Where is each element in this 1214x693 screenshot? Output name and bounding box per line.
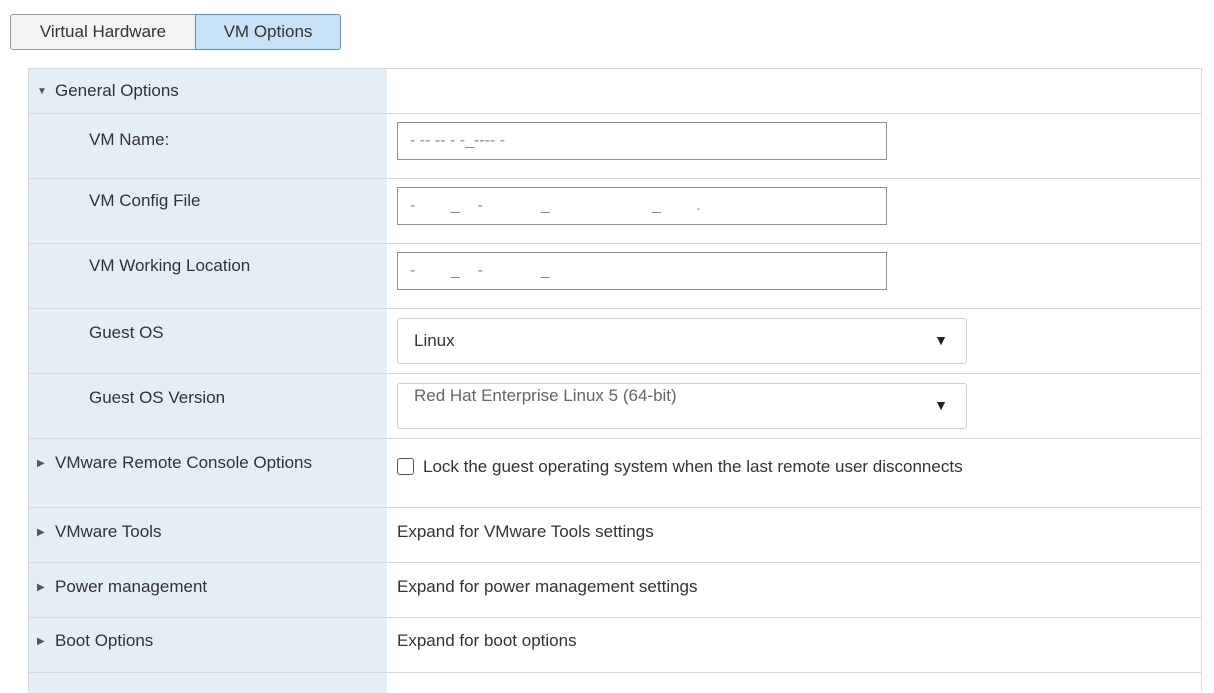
dropdown-arrow-icon: ▼ — [934, 397, 948, 413]
lock-guest-os-checkbox[interactable] — [397, 458, 414, 475]
tab-vm-options[interactable]: VM Options — [195, 14, 341, 50]
vm-name-input[interactable] — [397, 122, 887, 160]
guest-os-version-label: Guest OS Version — [89, 388, 226, 407]
triangle-right-icon[interactable]: ▶ — [37, 636, 47, 647]
tab-virtual-hardware[interactable]: Virtual Hardware — [10, 14, 196, 50]
vmware-tools-label: VMware Tools — [55, 522, 162, 541]
triangle-right-icon[interactable]: ▶ — [37, 527, 47, 538]
power-management-row[interactable]: ▶ Power management Expand for power manag… — [29, 563, 1201, 618]
vm-working-location-input[interactable] — [397, 252, 887, 290]
general-options-row[interactable]: ▼ General Options — [29, 69, 1201, 114]
guest-os-label: Guest OS — [89, 323, 164, 342]
power-management-label: Power management — [55, 577, 208, 596]
triangle-down-icon[interactable]: ▼ — [37, 86, 47, 97]
boot-options-row[interactable]: ▶ Boot Options Expand for boot options — [29, 618, 1201, 673]
boot-options-label: Boot Options — [55, 631, 154, 650]
remote-console-options-label: VMware Remote Console Options — [55, 453, 313, 472]
triangle-right-icon[interactable]: ▶ — [37, 458, 47, 469]
boot-options-summary: Expand for boot options — [397, 631, 577, 650]
partial-row — [29, 673, 1201, 693]
guest-os-selected-value: Linux — [414, 331, 455, 350]
guest-os-version-select[interactable]: Red Hat Enterprise Linux 5 (64-bit) ▼ — [397, 383, 967, 429]
vmware-tools-row[interactable]: ▶ VMware Tools Expand for VMware Tools se… — [29, 508, 1201, 563]
dropdown-arrow-icon: ▼ — [934, 332, 948, 348]
vm-config-file-row: VM Config File — [29, 179, 1201, 244]
general-options-label: General Options — [55, 81, 179, 100]
guest-os-row: Guest OS Linux ▼ — [29, 309, 1201, 374]
vm-name-row: VM Name: — [29, 114, 1201, 179]
guest-os-version-row: Guest OS Version Red Hat Enterprise Linu… — [29, 374, 1201, 439]
guest-os-version-selected-value: Red Hat Enterprise Linux 5 (64-bit) — [414, 386, 677, 405]
vmware-tools-summary: Expand for VMware Tools settings — [397, 522, 654, 541]
tab-bar: Virtual Hardware VM Options — [10, 14, 341, 50]
lock-guest-os-checkbox-label[interactable]: Lock the guest operating system when the… — [423, 457, 963, 477]
triangle-right-icon[interactable]: ▶ — [37, 582, 47, 593]
vm-name-label: VM Name: — [89, 130, 170, 149]
vm-config-file-label: VM Config File — [89, 191, 201, 210]
vm-working-location-row: VM Working Location — [29, 244, 1201, 309]
guest-os-select[interactable]: Linux ▼ — [397, 318, 967, 364]
vm-options-grid: ▼ General Options VM Name: VM Config File… — [28, 68, 1202, 693]
power-management-summary: Expand for power management settings — [397, 577, 698, 596]
remote-console-options-row[interactable]: ▶ VMware Remote Console Options Lock the … — [29, 439, 1201, 508]
vm-config-file-input[interactable] — [397, 187, 887, 225]
vm-working-location-label: VM Working Location — [89, 256, 251, 275]
